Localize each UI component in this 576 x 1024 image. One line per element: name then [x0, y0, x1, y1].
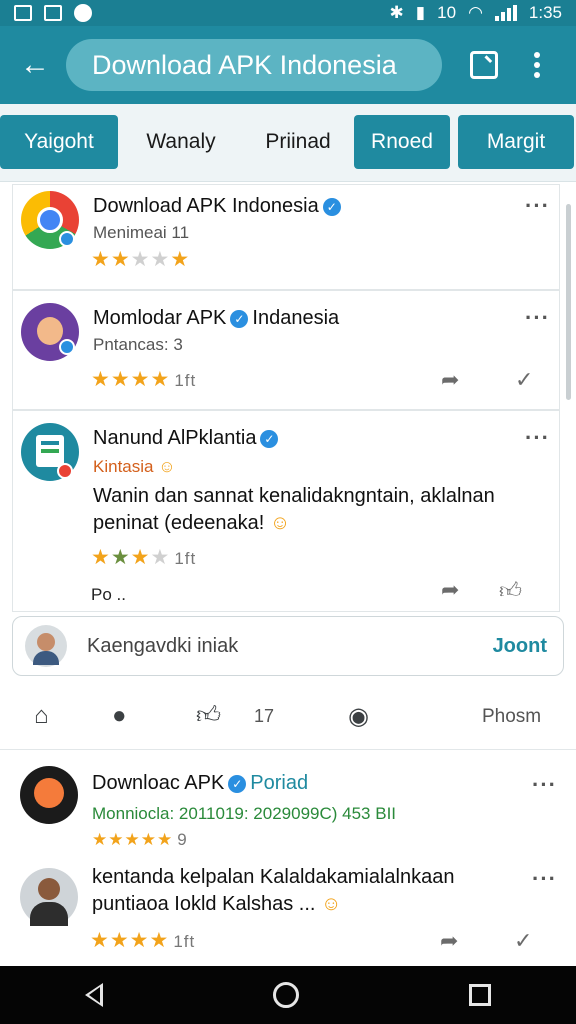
gallery-icon — [14, 5, 32, 21]
back-arrow-icon[interactable]: ← — [18, 48, 52, 82]
image-icon — [44, 5, 62, 21]
post-author-suffix: Indanesia — [252, 307, 340, 329]
post-author[interactable]: Momlodar APK — [93, 307, 226, 329]
verified-icon: ✓ — [230, 309, 249, 328]
post-subtitle: Pntancas: 3 — [93, 335, 183, 354]
avatar — [20, 766, 78, 824]
more-horiz-icon[interactable]: ··· — [532, 866, 557, 892]
see-more-link[interactable]: Po .. — [91, 585, 126, 605]
system-nav-bar — [0, 966, 576, 1024]
signal-icon — [494, 5, 517, 21]
verified-icon: ✓ — [260, 429, 279, 448]
post-author[interactable]: Nanund AlPklantia — [93, 427, 256, 449]
post-card[interactable]: Nanund AlPklantia ✓ Kintasia ☺ Wanin dan … — [12, 410, 560, 612]
like-count: 17 — [254, 706, 275, 726]
action-toolbar: ⌂ ● 👍︎ 17 ◉ Phosm — [0, 686, 576, 750]
open-external-icon[interactable] — [470, 51, 498, 79]
post-author-suffix: Poriad — [250, 772, 309, 794]
rating-count: 9 — [177, 830, 188, 849]
tab-4[interactable]: Rnoed — [354, 115, 450, 169]
rating-stars: ★★★★★ — [91, 248, 191, 271]
download-badge-icon — [59, 339, 75, 355]
comment-input[interactable]: Kaengavdki iniak Joont — [12, 616, 564, 676]
bluetooth-icon: ✱ — [389, 3, 404, 22]
notification-icon — [74, 4, 92, 22]
more-vert-icon[interactable] — [534, 52, 540, 78]
wifi-icon: ◠ — [468, 3, 483, 22]
status-time: 1:35 — [528, 3, 562, 22]
share-icon[interactable]: ➦ — [441, 577, 459, 603]
thumbs-up-icon[interactable]: 👍︎ — [196, 702, 221, 730]
smile-emoji-icon: ☺ — [269, 512, 291, 534]
more-horiz-icon[interactable]: ··· — [532, 772, 557, 798]
page-title[interactable]: Download APK Indonesia — [66, 39, 442, 91]
nav-recents-icon[interactable] — [469, 984, 491, 1006]
check-icon[interactable]: ✓ — [515, 367, 533, 393]
tab-bar: Yaigoht Wanaly Priinad Rnoed Margit — [0, 104, 576, 182]
post-subtitle: Kintasia — [93, 457, 154, 476]
post-body-line: peninat (edeenaka! — [93, 512, 265, 534]
more-horiz-icon[interactable]: ··· — [525, 305, 550, 331]
more-horiz-icon[interactable]: ··· — [525, 425, 550, 451]
fire-badge-icon — [57, 463, 73, 479]
check-icon[interactable]: ✓ — [514, 928, 532, 954]
thumbs-up-icon[interactable]: 👍︎ — [499, 577, 522, 604]
tab-2[interactable]: Wanaly — [126, 115, 236, 169]
rating-count: 1ft — [174, 549, 197, 568]
nav-home-icon[interactable] — [273, 982, 299, 1008]
post-subtitle: Menimeai 11 — [93, 223, 190, 242]
post-body-line: kentanda kelpalan Kalaldakamialalnkaan — [92, 866, 455, 888]
avatar — [25, 625, 67, 667]
chat-bubble-icon[interactable]: ● — [112, 702, 127, 730]
status-bar: ✱ ▮ 10 ◠ 1:35 — [0, 0, 576, 26]
rating-stars: ★★★★ 1ft — [91, 368, 197, 391]
tab-3[interactable]: Priinad — [244, 115, 352, 169]
post-author[interactable]: Download APK Indonesia — [93, 195, 319, 217]
share-icon[interactable]: ➦ — [440, 928, 458, 954]
rating-count: 1ft — [174, 371, 197, 390]
rating-count: 1ft — [173, 932, 196, 951]
scrollbar[interactable] — [566, 204, 571, 400]
app-bar: ← Download APK Indonesia — [0, 26, 576, 104]
post-body-line: Wanin dan sannat kenalidakngntain, aklal… — [93, 485, 495, 507]
rating-stars: ★★★★ 1ft — [90, 929, 196, 952]
avatar — [20, 868, 78, 926]
rating-stars: ★★★★ 1ft — [91, 546, 197, 569]
battery-icon: ▮ — [415, 3, 426, 22]
post-meta: Monniocla: 2011019: 2029099C) 453 BII — [92, 804, 397, 823]
join-button[interactable]: Joont — [493, 635, 547, 658]
battery-level: 10 — [437, 3, 457, 22]
post-card[interactable]: Download APK Indonesia ✓ Menimeai 11 ★★★★… — [12, 184, 560, 290]
smile-emoji-icon: ☺ — [158, 457, 176, 476]
rating-stars: ★★★★★ 9 — [92, 830, 188, 849]
post-card[interactable]: Momlodar APK ✓ Indanesia Pntancas: 3 ★★★★ 1… — [12, 290, 560, 410]
comment-placeholder[interactable]: Kaengavdki iniak — [87, 635, 238, 658]
share-icon[interactable]: ➦ — [441, 367, 459, 393]
smile-emoji-icon: ☺ — [321, 893, 342, 915]
verified-icon: ✓ — [228, 774, 247, 793]
post-body-line: puntiaoa Iokld Kalshas ... — [92, 893, 316, 915]
home-icon[interactable]: ⌂ — [34, 702, 49, 730]
nav-back-icon[interactable] — [85, 983, 103, 1007]
verified-icon: ✓ — [322, 197, 341, 216]
tab-1[interactable]: Yaigoht — [0, 115, 118, 169]
play-circle-icon[interactable]: ◉ — [348, 702, 369, 731]
feed-item[interactable]: kentanda kelpalan Kalaldakamialalnkaan p… — [0, 862, 576, 962]
toolbar-label[interactable]: Phosm — [482, 706, 541, 728]
more-horiz-icon[interactable]: ··· — [525, 193, 550, 219]
post-author[interactable]: Downloac APK — [92, 772, 224, 794]
download-badge-icon — [59, 231, 75, 247]
tab-5[interactable]: Margit — [458, 115, 574, 169]
feed-item[interactable]: Downloac APK ✓ Poriad Monniocla: 2011019: … — [0, 760, 576, 860]
